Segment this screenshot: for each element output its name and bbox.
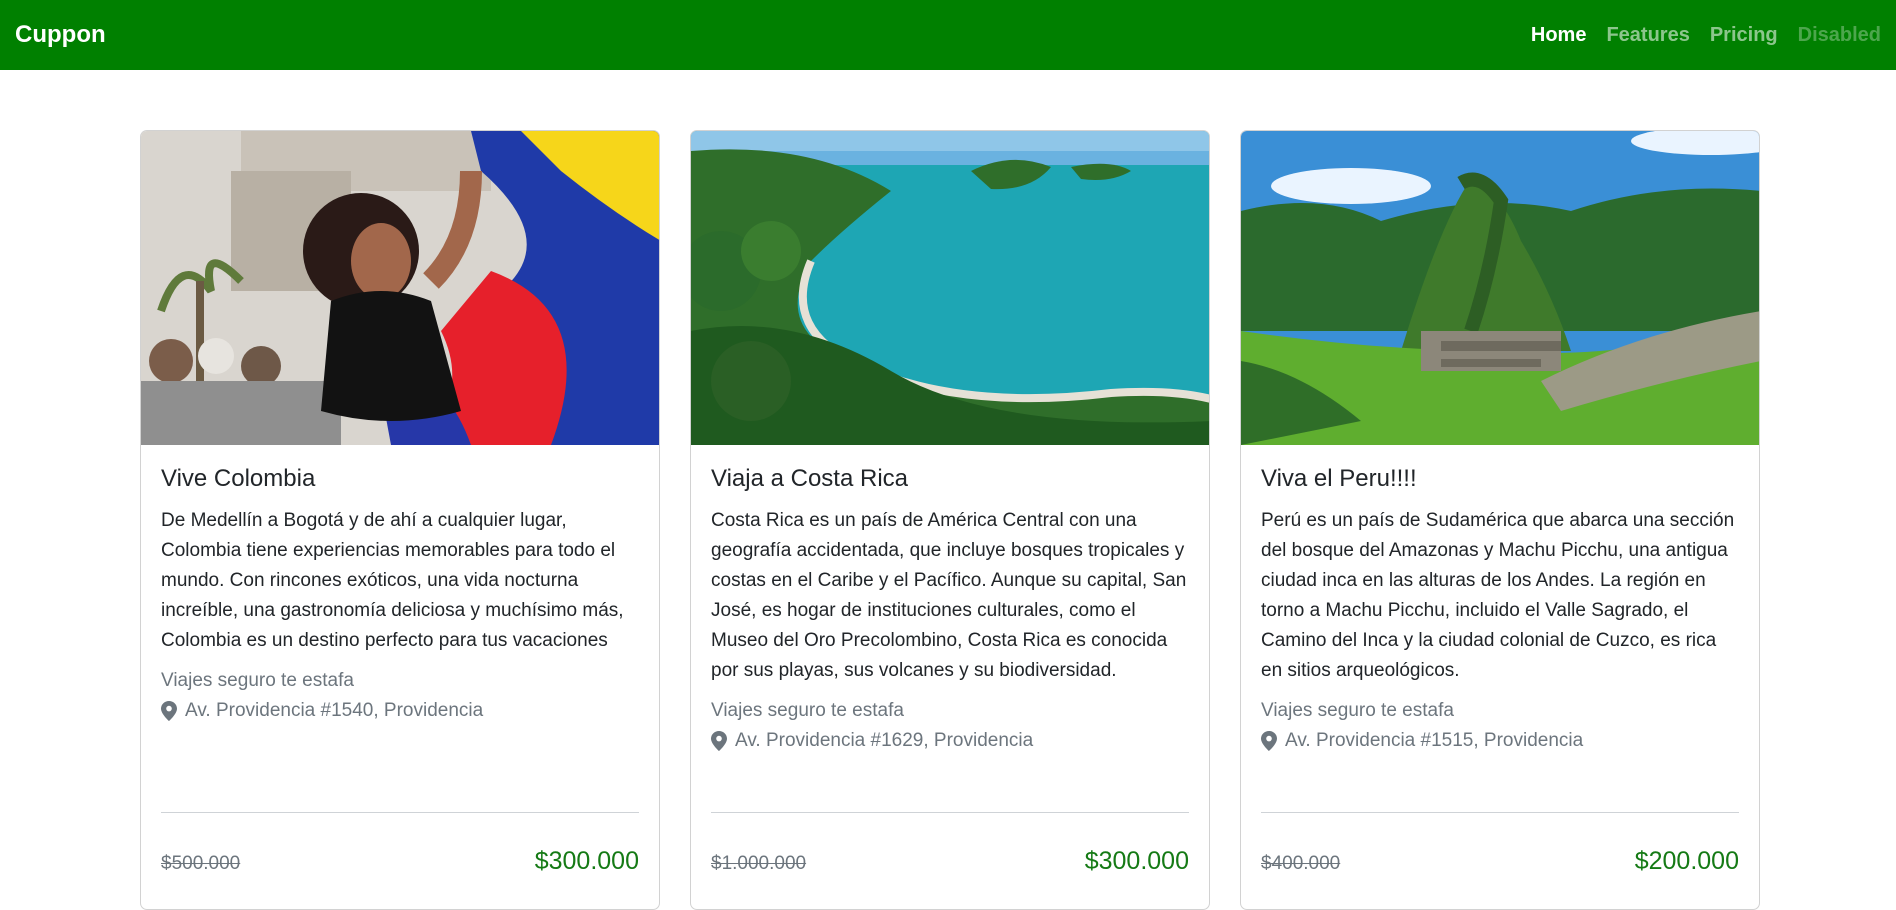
new-price: $300.000 <box>1084 847 1189 875</box>
card-meta: Viajes seguro te estafa Av. Providencia … <box>161 666 639 726</box>
card-text: Perú es un país de Sudamérica que abarca… <box>1261 509 1735 681</box>
card-text: De Medellín a Bogotá y de ahí a cualquie… <box>161 509 624 651</box>
colombia-photo <box>141 131 659 445</box>
card-title: Viva el Peru!!!! <box>1261 465 1417 492</box>
card-subtitle: Viajes seguro te estafa <box>161 669 354 691</box>
address-text: Av. Providencia #1515, Providencia <box>1285 729 1584 751</box>
card-prices: $500.000 $300.000 <box>161 847 639 876</box>
peru-photo <box>1241 131 1759 445</box>
costa-rica-photo <box>691 131 1209 445</box>
navbar: Cuppon Home Features Pricing Disabled <box>0 0 1896 70</box>
card-body: Vive Colombia De Medellín a Bogotá y de … <box>141 445 659 726</box>
card-body: Viaja a Costa Rica Costa Rica es un país… <box>691 445 1209 756</box>
map-pin-icon <box>161 700 177 721</box>
card-address: Av. Providencia #1629, Providencia <box>711 726 1189 756</box>
card-address: Av. Providencia #1540, Providencia <box>161 696 639 726</box>
map-pin-icon <box>1261 730 1277 751</box>
nav-link-home[interactable]: Home <box>1521 24 1597 47</box>
card-prices: $400.000 $200.000 <box>1261 847 1739 876</box>
card-list: Vive Colombia De Medellín a Bogotá y de … <box>140 130 1760 910</box>
card-divider <box>1261 812 1739 813</box>
card-body: Viva el Peru!!!! Perú es un país de Suda… <box>1241 445 1759 756</box>
card-title: Vive Colombia <box>161 465 316 492</box>
nav-links: Home Features Pricing Disabled <box>1521 24 1881 47</box>
card-text: Costa Rica es un país de América Central… <box>711 509 1187 681</box>
card-peru: Viva el Peru!!!! Perú es un país de Suda… <box>1240 130 1760 910</box>
nav-link-disabled: Disabled <box>1797 23 1881 46</box>
card-title: Viaja a Costa Rica <box>711 465 908 492</box>
card-subtitle: Viajes seguro te estafa <box>1261 699 1454 721</box>
brand-logo[interactable]: Cuppon <box>15 21 106 49</box>
card-colombia: Vive Colombia De Medellín a Bogotá y de … <box>140 130 660 910</box>
old-price: $1.000.000 <box>711 853 807 874</box>
new-price: $200.000 <box>1634 847 1739 875</box>
card-meta: Viajes seguro te estafa Av. Providencia … <box>711 696 1189 756</box>
card-prices: $1.000.000 $300.000 <box>711 847 1189 876</box>
new-price: $300.000 <box>534 847 639 875</box>
address-text: Av. Providencia #1629, Providencia <box>735 729 1034 751</box>
card-address: Av. Providencia #1515, Providencia <box>1261 726 1739 756</box>
card-divider <box>161 812 639 813</box>
card-divider <box>711 812 1189 813</box>
card-costa-rica: Viaja a Costa Rica Costa Rica es un país… <box>690 130 1210 910</box>
card-subtitle: Viajes seguro te estafa <box>711 699 904 721</box>
nav-link-features[interactable]: Features <box>1596 24 1699 47</box>
card-meta: Viajes seguro te estafa Av. Providencia … <box>1261 696 1739 756</box>
old-price: $500.000 <box>161 853 241 874</box>
nav-link-pricing[interactable]: Pricing <box>1700 24 1788 47</box>
address-text: Av. Providencia #1540, Providencia <box>185 699 484 721</box>
old-price: $400.000 <box>1261 853 1341 874</box>
map-pin-icon <box>711 730 727 751</box>
